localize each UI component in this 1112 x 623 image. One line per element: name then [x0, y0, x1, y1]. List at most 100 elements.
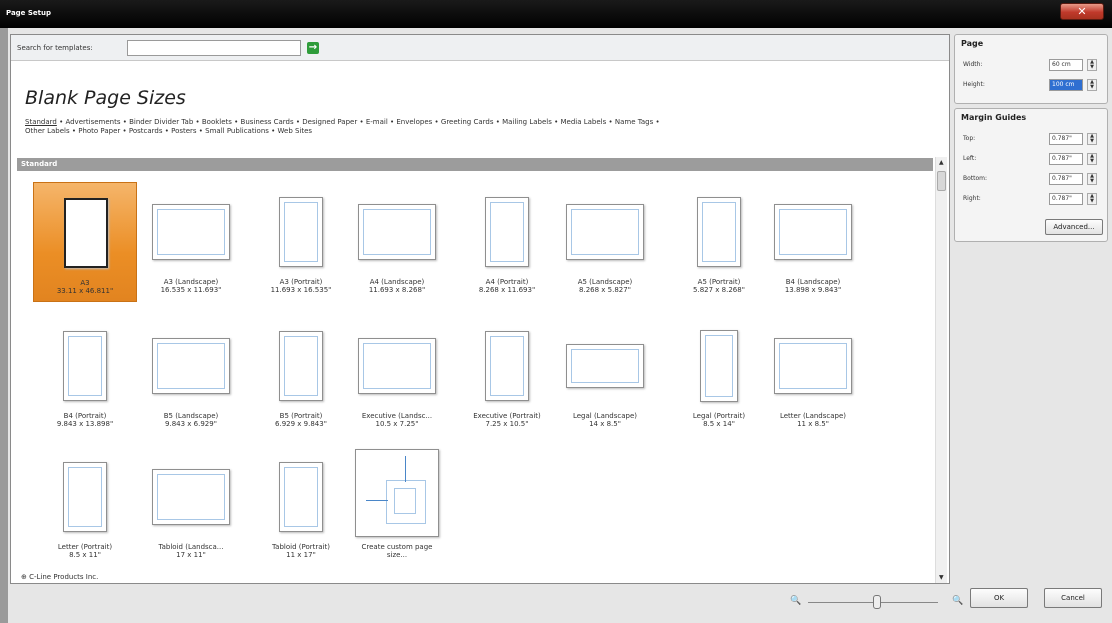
template-tile[interactable]: A4 (Landscape) 11.693 x 8.268" [345, 182, 449, 302]
category-link[interactable]: Designed Paper [302, 118, 357, 126]
section-header: Standard [17, 158, 933, 171]
search-input[interactable] [127, 40, 301, 56]
margin-field[interactable]: 0.787" [1049, 153, 1083, 165]
category-link[interactable]: Small Publications [205, 127, 269, 135]
template-thumbnail [761, 190, 865, 274]
scroll-down-icon[interactable]: ▼ [939, 574, 944, 581]
template-tile[interactable]: A4 (Portrait) 8.268 x 11.693" [455, 182, 559, 302]
template-tile[interactable]: B4 (Landscape) 13.898 x 9.843" [761, 182, 865, 302]
category-link[interactable]: Booklets [202, 118, 232, 126]
category-link[interactable]: Postcards [129, 127, 163, 135]
template-thumbnail [34, 191, 136, 275]
category-link[interactable]: Web Sites [278, 127, 313, 135]
category-link[interactable]: Greeting Cards [441, 118, 494, 126]
page-group: Page Width: 60 cm ▲ ▼ Height: 100 cm ▲ ▼ [954, 34, 1108, 104]
template-tile[interactable]: Tabloid (Landsca... 17 x 11" [139, 447, 243, 567]
template-tile[interactable]: Executive (Landsc... 10.5 x 7.25" [345, 316, 449, 436]
zoom-slider-thumb[interactable] [872, 595, 881, 609]
page-preview-icon [63, 331, 107, 401]
template-size: 17 x 11" [176, 551, 206, 559]
template-name: Tabloid (Landsca... [158, 543, 224, 551]
category-links: Standard • Advertisements • Binder Divid… [25, 118, 925, 136]
close-button[interactable]: ✕ [1060, 3, 1104, 20]
category-link[interactable]: Advertisements [65, 118, 120, 126]
category-link[interactable]: E-mail [366, 118, 388, 126]
template-tile[interactable]: A5 (Landscape) 8.268 x 5.827" [553, 182, 657, 302]
template-size: 5.827 x 8.268" [693, 286, 745, 294]
page-preview-icon [485, 331, 529, 401]
scroll-thumb[interactable] [937, 171, 946, 191]
category-link[interactable]: Binder Divider Tab [129, 118, 193, 126]
category-link[interactable]: Standard [25, 118, 57, 126]
template-tile[interactable]: Letter (Portrait) 8.5 x 11" [33, 447, 137, 567]
expander-c-line[interactable]: ⊕ C-Line Products Inc. [21, 573, 98, 581]
template-tile[interactable]: A5 (Portrait) 5.827 x 8.268" [667, 182, 771, 302]
template-tile[interactable]: B5 (Landscape) 9.843 x 6.929" [139, 316, 243, 436]
category-link[interactable]: Other Labels [25, 127, 70, 135]
template-tile[interactable]: Legal (Landscape) 14 x 8.5" [553, 316, 657, 436]
margin-row: Left: 0.787" ▲ ▼ [963, 153, 1103, 165]
zoom-out-icon[interactable]: 🔍 [790, 596, 801, 606]
template-tile[interactable]: A3 33.11 x 46.811" [33, 182, 137, 302]
height-spinner[interactable]: ▲ ▼ [1087, 79, 1097, 91]
template-size: 11 x 17" [286, 551, 316, 559]
template-name: Letter (Landscape) [779, 412, 847, 420]
category-link[interactable]: Envelopes [396, 118, 432, 126]
category-separator: • [162, 127, 172, 135]
expander-label: C-Line Products Inc. [29, 573, 99, 581]
margin-field[interactable]: 0.787" [1049, 133, 1083, 145]
margin-guide [284, 467, 318, 527]
template-tile[interactable]: B4 (Portrait) 9.843 x 13.898" [33, 316, 137, 436]
category-separator: • [231, 118, 241, 126]
page-preview-icon [774, 338, 852, 394]
category-link[interactable]: Business Cards [241, 118, 294, 126]
category-link[interactable]: Media Labels [560, 118, 606, 126]
category-separator: • [69, 127, 79, 135]
template-tile[interactable]: Executive (Portrait) 7.25 x 10.5" [455, 316, 559, 436]
category-link[interactable]: Photo Paper [78, 127, 120, 135]
template-tile[interactable]: Tabloid (Portrait) 11 x 17" [249, 447, 353, 567]
template-name: B5 (Portrait) [279, 412, 323, 420]
zoom-in-icon[interactable]: 🔍 [952, 596, 963, 606]
template-tile[interactable]: B5 (Portrait) 6.929 x 9.843" [249, 316, 353, 436]
template-tile[interactable]: A3 (Portrait) 11.693 x 16.535" [249, 182, 353, 302]
vertical-scrollbar[interactable]: ▲ ▼ [935, 157, 947, 583]
zoom-slider[interactable] [808, 595, 938, 609]
template-tile[interactable]: Letter (Landscape) 11 x 8.5" [761, 316, 865, 436]
width-spinner[interactable]: ▲ ▼ [1087, 59, 1097, 71]
height-field[interactable]: 100 cm [1049, 79, 1083, 91]
margin-guide [779, 343, 847, 389]
template-tile[interactable]: Legal (Portrait) 8.5 x 14" [667, 316, 771, 436]
template-size: 33.11 x 46.811" [56, 287, 114, 295]
category-separator: • [606, 118, 615, 126]
category-link[interactable]: Name Tags [615, 118, 653, 126]
template-thumbnail [345, 190, 449, 274]
margin-guide [157, 474, 225, 520]
create-custom-size-tile[interactable]: Create custom page size... [345, 447, 449, 567]
margin-guide [68, 467, 102, 527]
page-preview-icon [279, 331, 323, 401]
search-go-button[interactable]: → [307, 42, 319, 54]
width-field[interactable]: 60 cm [1049, 59, 1083, 71]
cancel-button[interactable]: Cancel [1044, 588, 1102, 608]
margin-spinner[interactable]: ▲ ▼ [1087, 173, 1097, 185]
template-thumbnail [553, 190, 657, 274]
margin-field[interactable]: 0.787" [1049, 193, 1083, 205]
page-preview-icon [279, 462, 323, 532]
window-title: Page Setup [6, 9, 51, 17]
template-tile[interactable]: A3 (Landscape) 16.535 x 11.693" [139, 182, 243, 302]
template-thumbnail [249, 190, 353, 274]
margin-spinner[interactable]: ▲ ▼ [1087, 133, 1097, 145]
advanced-button[interactable]: Advanced... [1045, 219, 1103, 235]
template-name: Legal (Portrait) [692, 412, 746, 420]
category-link[interactable]: Posters [171, 127, 196, 135]
scroll-up-icon[interactable]: ▲ [939, 159, 944, 166]
ok-button[interactable]: OK [970, 588, 1028, 608]
margin-spinner[interactable]: ▲ ▼ [1087, 193, 1097, 205]
template-name: A3 [80, 279, 90, 287]
margin-spinner[interactable]: ▲ ▼ [1087, 153, 1097, 165]
margin-field[interactable]: 0.787" [1049, 173, 1083, 185]
template-size: 13.898 x 9.843" [784, 286, 842, 294]
category-link[interactable]: Mailing Labels [502, 118, 552, 126]
template-name: Letter (Portrait) [57, 543, 113, 551]
